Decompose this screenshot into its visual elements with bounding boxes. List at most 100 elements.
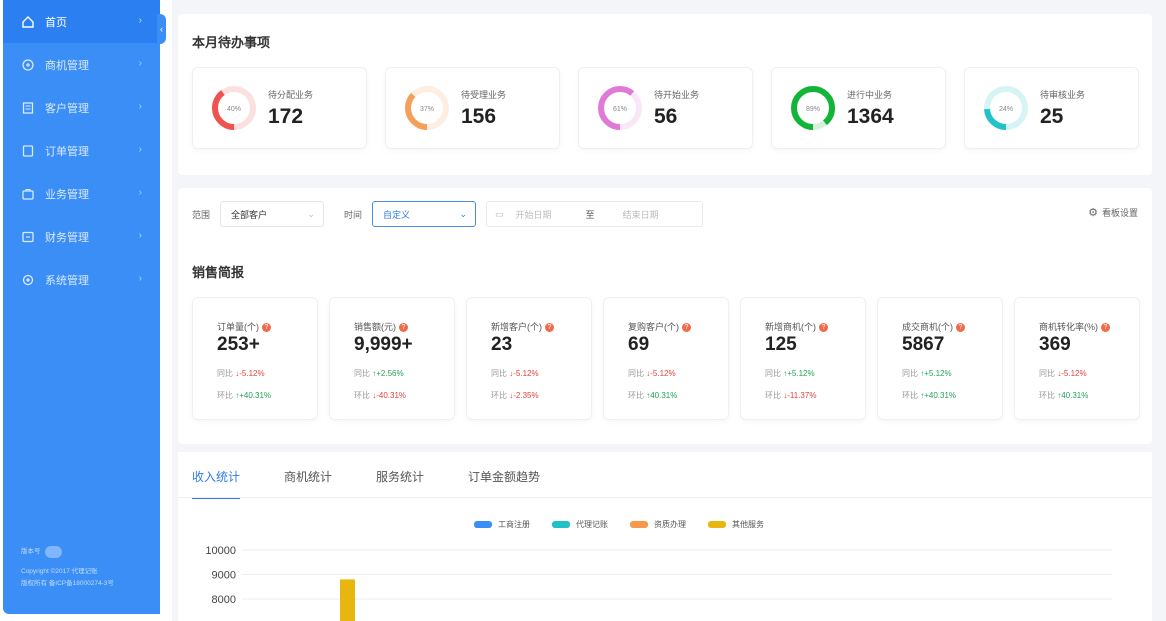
- sidebar-item-5[interactable]: 财务管理 ›: [3, 215, 160, 258]
- sidebar-item-4[interactable]: 业务管理 ›: [3, 172, 160, 215]
- help-icon[interactable]: ?: [956, 323, 965, 333]
- yoy-value: ↓-5.12%: [509, 369, 539, 378]
- chevron-right-icon: ›: [138, 144, 142, 155]
- todo-count: 25: [1040, 105, 1064, 128]
- calendar-icon: ▭: [495, 208, 504, 219]
- help-icon[interactable]: ?: [399, 323, 408, 333]
- sidebar-item-2[interactable]: 客户管理 ›: [3, 86, 160, 129]
- stat-value: 125: [765, 334, 797, 355]
- opportunity-icon: [21, 58, 35, 72]
- mom-value: ↑+40.31%: [235, 391, 272, 400]
- scope-select[interactable]: 全部客户 ⌄: [220, 201, 325, 227]
- mom-value: ↑+40.31%: [920, 391, 957, 400]
- mom-value: ↑40.31%: [646, 391, 678, 400]
- stat-yoy: 同比 ↓-5.12%: [1039, 368, 1087, 379]
- sidebar-item-1[interactable]: 商机管理 ›: [3, 43, 160, 86]
- business-icon: [21, 187, 35, 201]
- help-icon[interactable]: ?: [1101, 323, 1110, 333]
- stat-card: 新增客户(个)? 23 同比 ↓-5.12% 环比 ↓-2.35%: [466, 297, 592, 420]
- yoy-label: 同比: [902, 369, 918, 378]
- mom-label: 环比: [902, 391, 918, 400]
- mom-label: 环比: [765, 391, 781, 400]
- stat-value: 9,999+: [354, 334, 413, 355]
- help-icon[interactable]: ?: [819, 323, 828, 333]
- end-date-input[interactable]: 结束日期: [623, 208, 659, 221]
- stat-value: 69: [628, 334, 650, 355]
- scope-label: 范围: [192, 209, 211, 220]
- mom-value: ↓-2.35%: [509, 391, 539, 400]
- todo-title: 本月待办事项: [192, 35, 271, 50]
- ring-percent: 40%: [227, 106, 241, 113]
- todo-count: 1364: [847, 105, 894, 128]
- gear-icon: ⚙: [1088, 207, 1098, 219]
- todo-label: 待受理业务: [461, 90, 507, 100]
- icp-text: 版权所有 备ICP备18000274-3号: [21, 580, 114, 587]
- sidebar-item-label: 商机管理: [45, 59, 89, 72]
- scope-value: 全部客户: [231, 209, 268, 220]
- progress-ring: 37%: [405, 86, 449, 130]
- yoy-label: 同比: [628, 369, 644, 378]
- stat-label-text: 销售额(元): [354, 322, 396, 332]
- collapse-sidebar-button[interactable]: ‹: [157, 14, 166, 44]
- stat-mom: 环比 ↑+40.31%: [217, 390, 271, 401]
- chevron-down-icon: ⌄: [459, 209, 468, 219]
- stat-yoy: 同比 ↑+2.56%: [354, 368, 404, 379]
- todo-label: 进行中业务: [847, 90, 893, 100]
- yoy-value: ↑+5.12%: [783, 369, 815, 378]
- sidebar-item-6[interactable]: 系统管理 ›: [3, 258, 160, 301]
- yoy-label: 同比: [1039, 369, 1055, 378]
- filter-row: 范围 全部客户 ⌄ 时间 自定义 ⌄ ▭ 开始日期 至 结束日期: [192, 201, 704, 227]
- todo-item[interactable]: 24% 待审核业务 25: [964, 67, 1139, 149]
- chevron-down-icon: ⌄: [307, 209, 316, 219]
- stat-label-text: 新增商机(个): [765, 322, 816, 332]
- income-chart: 10000 9000 8000: [205, 545, 1112, 621]
- help-icon[interactable]: ?: [545, 323, 554, 333]
- stat-value: 253+: [217, 334, 260, 355]
- mom-value: ↑40.31%: [1057, 391, 1089, 400]
- sidebar-item-0[interactable]: 首页 ›: [3, 0, 160, 43]
- todo-item[interactable]: 40% 待分配业务 172: [192, 67, 367, 149]
- chevron-right-icon: ›: [138, 273, 142, 284]
- time-label: 时间: [344, 209, 363, 220]
- yoy-value: ↑+2.56%: [372, 369, 404, 378]
- start-date-input[interactable]: 开始日期: [516, 208, 572, 221]
- sidebar: 首页 › 商机管理 › 客户管理 › 订单管理 › 业务管理 › 财务管理 › 系统管理 › 版本号 Co…: [3, 0, 160, 614]
- mom-value: ↓-11.37%: [783, 391, 817, 400]
- stat-mom: 环比 ↑40.31%: [628, 390, 677, 401]
- chevron-right-icon: ›: [138, 15, 142, 26]
- stat-card: 复购客户(个)? 69 同比 ↓-5.12% 环比 ↑40.31%: [603, 297, 729, 420]
- stat-card: 订单量(个)? 253+ 同比 ↓-5.12% 环比 ↑+40.31%: [192, 297, 318, 420]
- yoy-value: ↓-5.12%: [646, 369, 676, 378]
- todo-item[interactable]: 89% 进行中业务 1364: [771, 67, 946, 149]
- help-icon[interactable]: ?: [262, 323, 271, 333]
- mom-label: 环比: [1039, 391, 1055, 400]
- sidebar-item-label: 客户管理: [45, 102, 89, 115]
- date-range-picker[interactable]: ▭ 开始日期 至 结束日期: [486, 201, 704, 227]
- stat-value: 23: [491, 334, 513, 355]
- stat-label-text: 订单量(个): [217, 322, 259, 332]
- help-icon[interactable]: ?: [682, 323, 691, 333]
- sidebar-item-label: 财务管理: [45, 231, 89, 244]
- view-settings-button[interactable]: ⚙ 看板设置: [1088, 206, 1138, 219]
- sidebar-item-label: 首页: [45, 16, 67, 29]
- chart-card: 收入统计 商机统计 服务统计 订单金额趋势 工商注册 代理记账 资质办理 其他服务 1000…: [178, 452, 1152, 621]
- customer-icon: [21, 101, 35, 115]
- chevron-right-icon: ›: [138, 58, 142, 69]
- sidebar-item-3[interactable]: 订单管理 ›: [3, 129, 160, 172]
- chevron-right-icon: ›: [138, 230, 142, 241]
- mom-label: 环比: [491, 391, 507, 400]
- yoy-value: ↓-5.12%: [235, 369, 265, 378]
- todo-item[interactable]: 37% 待受理业务 156: [385, 67, 560, 149]
- sidebar-item-label: 系统管理: [45, 274, 89, 287]
- stat-mom: 环比 ↓-2.35%: [491, 390, 539, 401]
- settings-icon: [21, 273, 35, 287]
- time-select[interactable]: 自定义 ⌄: [372, 201, 477, 227]
- stat-mom: 环比 ↓-11.37%: [765, 390, 816, 401]
- stat-card: 销售额(元)? 9,999+ 同比 ↑+2.56% 环比 ↓-40.31%: [329, 297, 455, 420]
- todo-item[interactable]: 61% 待开始业务 56: [578, 67, 753, 149]
- chevron-right-icon: ›: [138, 187, 142, 198]
- ring-percent: 61%: [613, 106, 627, 113]
- stat-label-text: 商机转化率(%): [1039, 322, 1098, 332]
- bar[interactable]: [340, 579, 355, 621]
- todo-count: 56: [654, 105, 678, 128]
